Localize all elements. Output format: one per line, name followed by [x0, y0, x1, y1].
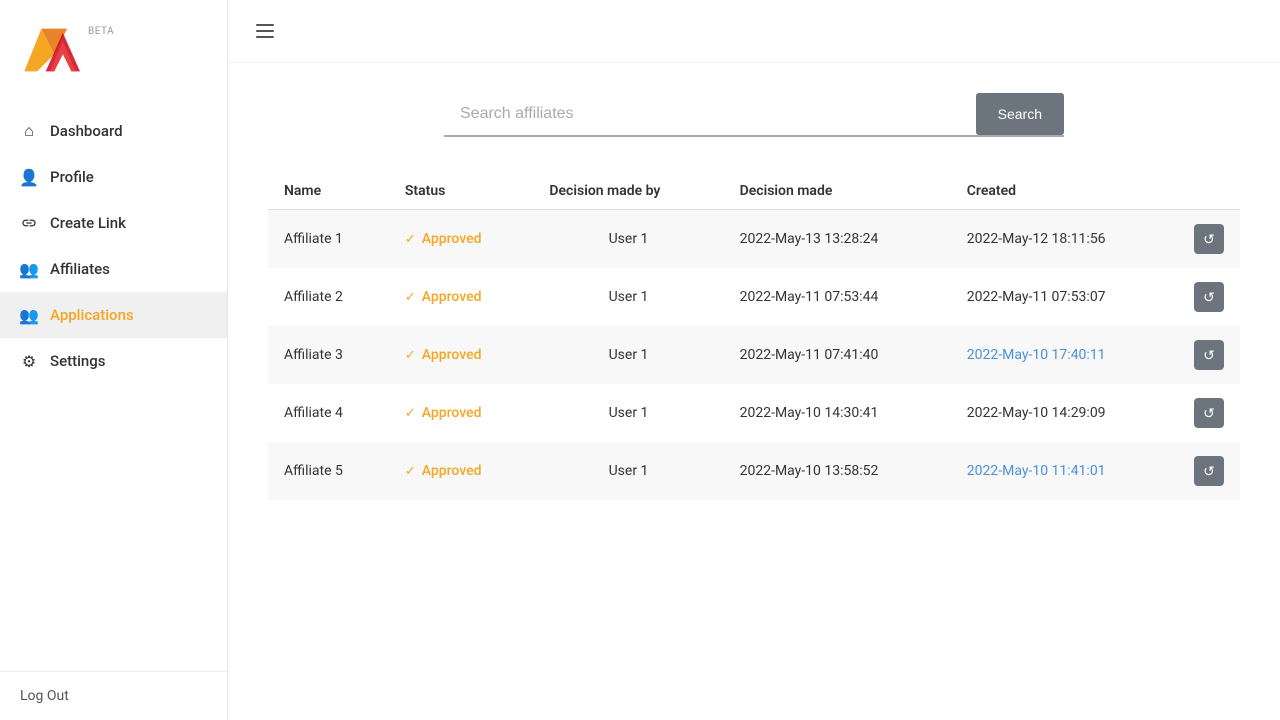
cell-action: ↺ [1178, 442, 1240, 500]
logout-area: Log Out [0, 671, 227, 720]
cell-name: Affiliate 3 [268, 326, 389, 384]
beta-badge: BETA [88, 26, 114, 37]
cell-decision-by: User 1 [533, 442, 723, 500]
sidebar-item-applications[interactable]: 👥 Applications [0, 292, 227, 338]
action-button[interactable]: ↺ [1194, 340, 1224, 370]
sidebar-item-dashboard[interactable]: ⌂ Dashboard [0, 108, 227, 154]
cell-decision-made: 2022-May-10 13:58:52 [724, 442, 951, 500]
house-icon: ⌂ [20, 122, 38, 140]
cell-decision-by: User 1 [533, 210, 723, 269]
cell-status: Approved [389, 442, 534, 500]
table-row: Affiliate 1 Approved User 1 2022-May-13 … [268, 210, 1240, 269]
person-icon: 👤 [20, 168, 38, 186]
sidebar-item-create-link-label: Create Link [50, 214, 126, 232]
main-content: Search Name Status Decision made by Deci… [228, 0, 1280, 720]
action-button[interactable]: ↺ [1194, 224, 1224, 254]
logo-area: BETA [0, 0, 227, 100]
table-row: Affiliate 4 Approved User 1 2022-May-10 … [268, 384, 1240, 442]
sidebar: BETA ⌂ Dashboard 👤 Profile Create Link 👥… [0, 0, 228, 720]
logo-svg [20, 20, 80, 80]
sidebar-item-affiliates-label: Affiliates [50, 260, 110, 278]
cell-status: Approved [389, 210, 534, 269]
affiliates-table-container: Name Status Decision made by Decision ma… [268, 173, 1240, 500]
cell-created: 2022-May-10 11:41:01 [951, 442, 1178, 500]
col-status: Status [389, 173, 534, 210]
cell-created: 2022-May-11 07:53:07 [951, 268, 1178, 326]
cell-status: Approved [389, 268, 534, 326]
nav: ⌂ Dashboard 👤 Profile Create Link 👥 Affi… [0, 100, 227, 671]
cell-created: 2022-May-12 18:11:56 [951, 210, 1178, 269]
logout-link[interactable]: Log Out [20, 688, 69, 704]
cell-name: Affiliate 1 [268, 210, 389, 269]
cell-decision-by: User 1 [533, 268, 723, 326]
col-name: Name [268, 173, 389, 210]
cell-decision-made: 2022-May-11 07:53:44 [724, 268, 951, 326]
gear-icon: ⚙ [20, 352, 38, 370]
table-header: Name Status Decision made by Decision ma… [268, 173, 1240, 210]
cell-decision-by: User 1 [533, 384, 723, 442]
sidebar-item-affiliates[interactable]: 👥 Affiliates [0, 246, 227, 292]
action-button[interactable]: ↺ [1194, 282, 1224, 312]
cell-decision-made: 2022-May-10 14:30:41 [724, 384, 951, 442]
cell-status: Approved [389, 384, 534, 442]
cell-action: ↺ [1178, 210, 1240, 269]
col-actions [1178, 173, 1240, 210]
action-button[interactable]: ↺ [1194, 456, 1224, 486]
table-row: Affiliate 5 Approved User 1 2022-May-10 … [268, 442, 1240, 500]
cell-created: 2022-May-10 14:29:09 [951, 384, 1178, 442]
cell-status: Approved [389, 326, 534, 384]
table-row: Affiliate 3 Approved User 1 2022-May-11 … [268, 326, 1240, 384]
search-button[interactable]: Search [976, 93, 1064, 135]
search-wrapper: Search [444, 93, 1064, 137]
content-area: Search Name Status Decision made by Deci… [228, 63, 1280, 720]
col-created: Created [951, 173, 1178, 210]
sidebar-item-settings-label: Settings [50, 352, 106, 370]
cell-created: 2022-May-10 17:40:11 [951, 326, 1178, 384]
affiliates-table: Name Status Decision made by Decision ma… [268, 173, 1240, 500]
hamburger-button[interactable] [252, 20, 278, 42]
link-icon [20, 214, 38, 232]
table-row: Affiliate 2 Approved User 1 2022-May-11 … [268, 268, 1240, 326]
cell-name: Affiliate 4 [268, 384, 389, 442]
cell-name: Affiliate 5 [268, 442, 389, 500]
cell-action: ↺ [1178, 268, 1240, 326]
action-button[interactable]: ↺ [1194, 398, 1224, 428]
sidebar-item-applications-label: Applications [50, 306, 134, 324]
cell-decision-made: 2022-May-13 13:28:24 [724, 210, 951, 269]
sidebar-item-settings[interactable]: ⚙ Settings [0, 338, 227, 384]
search-area: Search [268, 93, 1240, 137]
people-active-icon: 👥 [20, 306, 38, 324]
people-icon: 👥 [20, 260, 38, 278]
col-decision-by: Decision made by [533, 173, 723, 210]
sidebar-item-profile[interactable]: 👤 Profile [0, 154, 227, 200]
cell-name: Affiliate 2 [268, 268, 389, 326]
cell-action: ↺ [1178, 326, 1240, 384]
topbar [228, 0, 1280, 63]
cell-decision-made: 2022-May-11 07:41:40 [724, 326, 951, 384]
col-decision-made: Decision made [724, 173, 951, 210]
table-body: Affiliate 1 Approved User 1 2022-May-13 … [268, 210, 1240, 501]
sidebar-item-dashboard-label: Dashboard [50, 122, 123, 140]
cell-decision-by: User 1 [533, 326, 723, 384]
sidebar-item-profile-label: Profile [50, 168, 94, 186]
cell-action: ↺ [1178, 384, 1240, 442]
search-input[interactable] [444, 93, 970, 135]
sidebar-item-create-link[interactable]: Create Link [0, 200, 227, 246]
